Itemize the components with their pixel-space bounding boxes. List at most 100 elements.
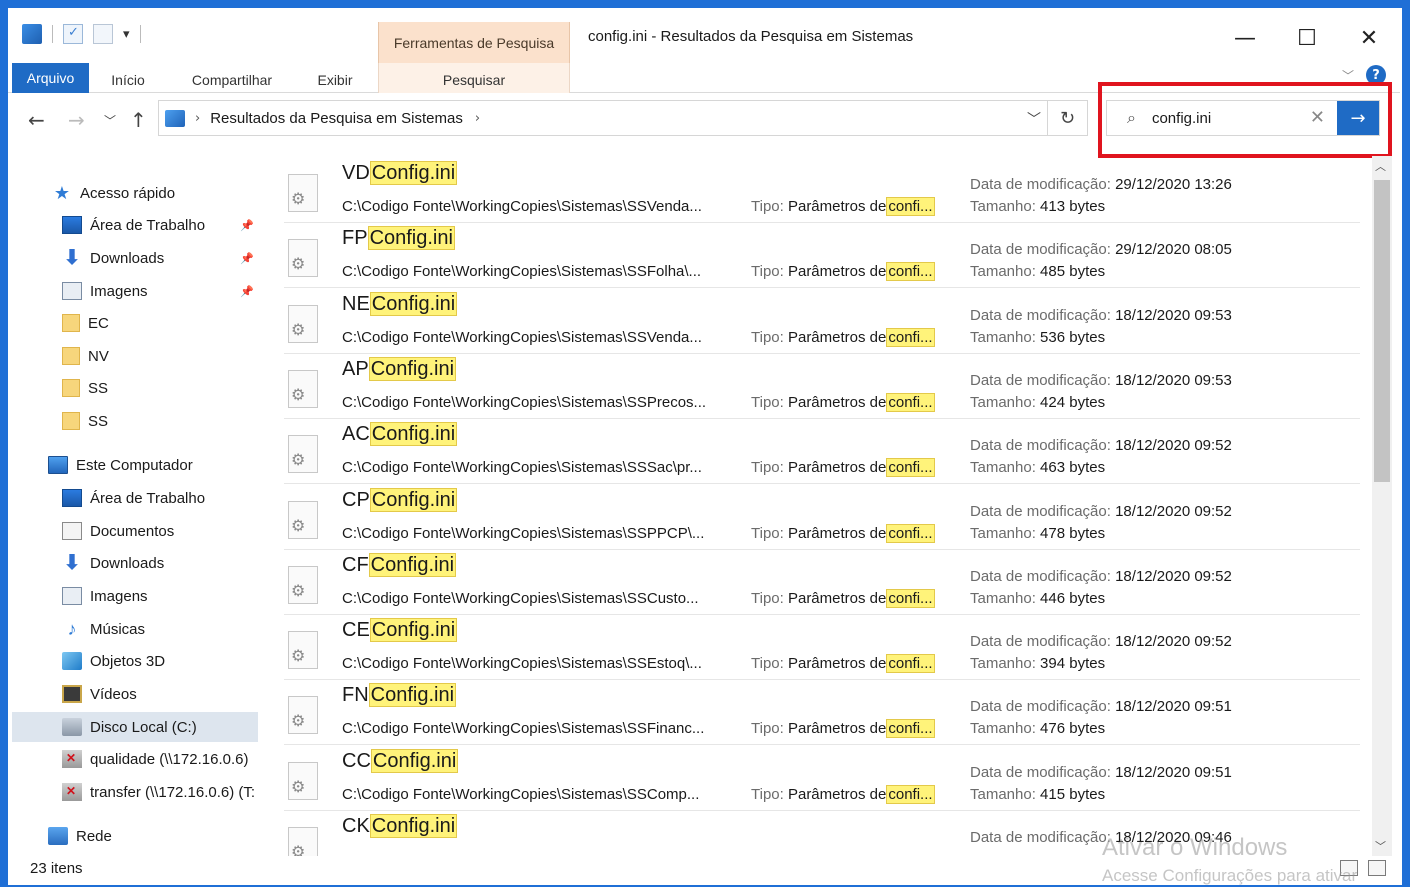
search-results-list: VDConfig.iniC:\Codigo Fonte\WorkingCopie… bbox=[284, 158, 1364, 858]
vertical-scrollbar[interactable]: ︿ ﹀ bbox=[1372, 156, 1392, 856]
scroll-up-icon[interactable]: ︿ bbox=[1375, 158, 1386, 174]
size-label: Tamanho: bbox=[970, 198, 1036, 215]
type-highlight: confi... bbox=[886, 588, 935, 608]
type-value: Parâmetros de bbox=[787, 589, 887, 607]
file-modified: Data de modificação: 18/12/2020 09:53 bbox=[970, 307, 1232, 324]
network-drive-icon bbox=[62, 783, 82, 801]
result-row[interactable]: CFConfig.ini C:\Codigo Fonte\WorkingCopie… bbox=[284, 550, 1360, 615]
download-icon: ⬇ bbox=[63, 552, 81, 574]
file-name: CP Config.ini bbox=[342, 487, 458, 512]
back-arrow-icon[interactable]: ← bbox=[28, 108, 45, 132]
toolbar-divider bbox=[52, 25, 53, 43]
file-type: Tipo: Parâmetros de confi... bbox=[751, 392, 935, 412]
large-icons-view-icon[interactable] bbox=[1368, 860, 1386, 876]
file-path: C:\Codigo Fonte\WorkingCopies\Sistemas\S… bbox=[342, 655, 702, 673]
size-value: 476 bytes bbox=[1040, 720, 1106, 738]
result-row[interactable]: NEConfig.ini C:\Codigo Fonte\WorkingCopie… bbox=[284, 289, 1360, 354]
sidebar-item[interactable]: Área de Trabalho 📌 bbox=[12, 210, 258, 240]
result-row[interactable]: CCConfig.ini C:\Codigo Fonte\WorkingCopie… bbox=[284, 746, 1360, 811]
address-bar[interactable]: › Resultados da Pesquisa em Sistemas › ﹀… bbox=[158, 100, 1088, 136]
tab-pesquisar[interactable]: Pesquisar bbox=[378, 67, 570, 93]
file-name-prefix: CF bbox=[342, 553, 369, 576]
result-row[interactable]: CEConfig.ini C:\Codigo Fonte\WorkingCopie… bbox=[284, 615, 1360, 681]
result-row[interactable]: CPConfig.ini C:\Codigo Fonte\WorkingCopie… bbox=[284, 485, 1360, 550]
address-dropdown-icon[interactable]: ﹀ bbox=[1027, 109, 1041, 129]
config-file-icon bbox=[288, 369, 318, 408]
folder-icon[interactable] bbox=[22, 24, 42, 44]
up-arrow-icon[interactable]: ↑ bbox=[130, 108, 147, 132]
sidebar-item[interactable]: Vídeos bbox=[12, 679, 258, 709]
type-label: Tipo: bbox=[751, 720, 784, 738]
result-row[interactable]: APConfig.ini C:\Codigo Fonte\WorkingCopie… bbox=[284, 354, 1360, 419]
refresh-icon[interactable]: ↻ bbox=[1047, 101, 1087, 135]
tab-inicio[interactable]: Início bbox=[100, 67, 156, 93]
sidebar-item[interactable]: Objetos 3D bbox=[12, 646, 258, 676]
file-name-match: Config.ini bbox=[369, 618, 458, 643]
file-type: Tipo: Parâmetros de confi... bbox=[751, 784, 935, 804]
tab-exibir[interactable]: Exibir bbox=[304, 67, 366, 93]
file-path: C:\Codigo Fonte\WorkingCopies\Sistemas\S… bbox=[342, 589, 699, 607]
sidebar-item-label: Objetos 3D bbox=[90, 652, 166, 670]
size-label: Tamanho: bbox=[970, 263, 1036, 281]
sidebar-item[interactable]: ★ Acesso rápido bbox=[12, 178, 258, 208]
file-name-prefix: FN bbox=[342, 684, 369, 707]
file-size: Tamanho: 478 bytes bbox=[970, 525, 1105, 542]
recent-locations-icon[interactable]: ﹀ bbox=[104, 112, 116, 129]
sidebar-item[interactable]: Imagens bbox=[12, 581, 258, 611]
expand-ribbon-icon[interactable]: ﹀ bbox=[1342, 67, 1354, 84]
result-row[interactable]: FNConfig.ini C:\Codigo Fonte\WorkingCopie… bbox=[284, 680, 1360, 746]
breadcrumb-search-results[interactable]: Resultados da Pesquisa em Sistemas bbox=[210, 110, 463, 127]
tab-compartilhar[interactable]: Compartilhar bbox=[178, 67, 286, 93]
result-row[interactable]: VDConfig.ini C:\Codigo Fonte\WorkingCopie… bbox=[284, 158, 1360, 223]
sidebar-item[interactable]: qualidade (\\172.16.0.6) bbox=[12, 744, 258, 774]
maximize-button[interactable]: ☐ bbox=[1276, 16, 1338, 60]
minimize-button[interactable]: — bbox=[1214, 16, 1276, 60]
file-name-prefix: AP bbox=[342, 357, 369, 380]
sidebar-item[interactable]: ♪ Músicas bbox=[12, 614, 258, 644]
sidebar-item-label: Imagens bbox=[90, 587, 148, 605]
modified-label: Data de modificação: bbox=[970, 763, 1111, 781]
scrollbar-thumb[interactable] bbox=[1374, 180, 1390, 482]
result-row[interactable]: ACConfig.ini C:\Codigo Fonte\WorkingCopie… bbox=[284, 419, 1360, 485]
sidebar-item[interactable]: Imagens 📌 bbox=[12, 276, 258, 306]
size-label: Tamanho: bbox=[970, 785, 1036, 803]
result-row[interactable]: FPConfig.ini C:\Codigo Fonte\WorkingCopie… bbox=[284, 223, 1360, 289]
scroll-down-icon[interactable]: ﹀ bbox=[1375, 838, 1386, 854]
folder-icon bbox=[62, 379, 80, 397]
type-highlight: confi... bbox=[886, 392, 935, 412]
tab-arquivo[interactable]: Arquivo bbox=[12, 63, 89, 93]
forward-arrow-icon[interactable]: → bbox=[68, 108, 85, 132]
sidebar-item[interactable]: NV bbox=[12, 341, 258, 371]
config-file-icon bbox=[288, 565, 318, 604]
type-label: Tipo: bbox=[751, 655, 784, 673]
sidebar-item[interactable]: Rede bbox=[12, 821, 258, 851]
file-name: CC Config.ini bbox=[342, 748, 459, 773]
modified-label: Data de modificação: bbox=[970, 176, 1111, 193]
sidebar-item[interactable]: ⬇ Downloads bbox=[12, 548, 258, 578]
sidebar-item[interactable]: transfer (\\172.16.0.6) (T: bbox=[12, 777, 258, 807]
folder-icon bbox=[62, 314, 80, 332]
sidebar-item[interactable]: SS bbox=[12, 406, 258, 436]
folder-icon bbox=[62, 412, 80, 430]
size-value: 394 bytes bbox=[1040, 655, 1106, 673]
breadcrumb-chevron-icon[interactable]: › bbox=[195, 111, 200, 126]
sidebar-item[interactable]: Área de Trabalho bbox=[12, 483, 258, 513]
sidebar-item[interactable]: Documentos bbox=[12, 516, 258, 546]
file-name: CK Config.ini bbox=[342, 814, 458, 838]
star-icon: ★ bbox=[53, 183, 71, 203]
sidebar-item[interactable]: Este Computador bbox=[12, 450, 258, 480]
sidebar-item[interactable]: EC bbox=[12, 308, 258, 338]
file-path: C:\Codigo Fonte\WorkingCopies\Sistemas\S… bbox=[342, 328, 702, 346]
sidebar-item[interactable]: ⬇ Downloads 📌 bbox=[12, 243, 258, 273]
quick-access-toolbar: ▾ bbox=[22, 24, 141, 44]
sidebar-item[interactable]: SS bbox=[12, 373, 258, 403]
close-button[interactable]: ✕ bbox=[1338, 16, 1400, 60]
type-label: Tipo: bbox=[751, 785, 784, 803]
sidebar-item-label: Imagens bbox=[90, 282, 148, 300]
breadcrumb-chevron-icon[interactable]: › bbox=[475, 111, 480, 126]
properties-icon[interactable] bbox=[63, 24, 83, 44]
customize-toolbar-icon[interactable]: ▾ bbox=[123, 27, 130, 42]
new-folder-icon[interactable] bbox=[93, 24, 113, 44]
sidebar-item[interactable]: Disco Local (C:) bbox=[12, 712, 258, 742]
music-icon: ♪ bbox=[67, 619, 77, 639]
